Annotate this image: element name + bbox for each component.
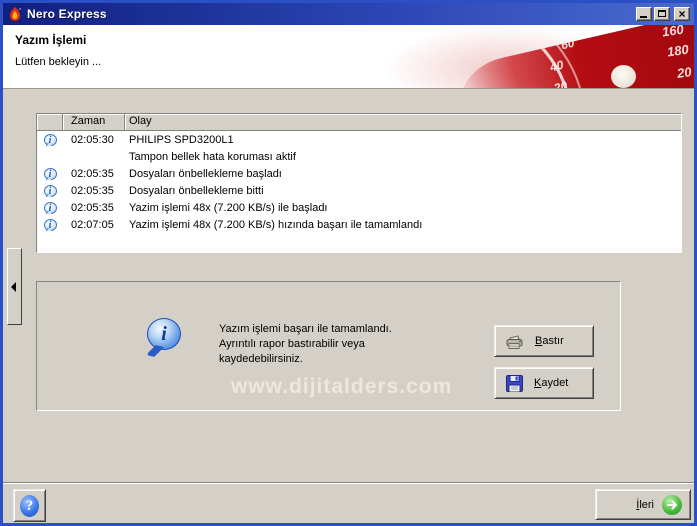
close-button[interactable]: × xyxy=(674,7,690,21)
log-row-time: 02:07:05 xyxy=(71,218,114,231)
log-row-time: 02:05:35 xyxy=(71,184,114,197)
info-bubble-icon: i xyxy=(43,184,57,197)
result-message-line: Yazım işlemi başarı ile tamamlandı. xyxy=(219,323,392,335)
log-column-event[interactable]: Olay xyxy=(125,114,681,131)
log-row-icon-cell: i xyxy=(37,151,63,163)
log-row-icon-cell: i xyxy=(37,184,63,197)
print-button[interactable]: Bastır xyxy=(494,325,594,357)
printer-icon xyxy=(506,335,523,349)
info-bubble-icon: i xyxy=(43,167,57,180)
result-message-line: kaydedebilirsiniz. xyxy=(219,353,303,365)
log-row-event: Dosyaları önbellekleme bitti xyxy=(129,184,264,197)
maximize-icon xyxy=(658,10,666,17)
minimize-icon xyxy=(640,16,647,18)
log-row-icon-cell: i xyxy=(37,201,63,214)
log-row[interactable]: i 02:05:35 Dosyaları önbellekleme başlad… xyxy=(37,165,681,182)
dial-number: 180 xyxy=(666,41,690,60)
log-rows: i 02:05:30 PHILIPS SPD3200L1 i Tampon be… xyxy=(37,131,681,233)
next-button[interactable]: İleri xyxy=(595,489,691,520)
log-column-time[interactable]: Zaman xyxy=(63,114,125,131)
title-bar[interactable]: Nero Express × xyxy=(3,3,694,25)
log-row-time: 02:05:35 xyxy=(71,201,114,214)
log-column-icon[interactable] xyxy=(37,114,63,131)
log-row[interactable]: i 02:07:05 Yazim işlemi 48x (7.200 KB/s)… xyxy=(37,216,681,233)
window-title: Nero Express xyxy=(27,7,107,21)
log-row-icon-cell: i xyxy=(37,218,63,231)
log-row-event: PHILIPS SPD3200L1 xyxy=(129,133,234,146)
log-header-row: Zaman Olay xyxy=(37,114,681,131)
log-row-event: Yazim işlemi 48x (7.200 KB/s) hızında ba… xyxy=(129,218,423,231)
log-row-time: 02:05:35 xyxy=(71,167,114,180)
print-button-label: Bastır xyxy=(535,335,564,347)
log-row-icon-cell: i xyxy=(37,167,63,180)
log-row-time: 02:05:30 xyxy=(71,133,114,146)
next-arrow-icon xyxy=(662,494,682,515)
log-row[interactable]: i 02:05:35 Dosyaları önbellekleme bitti xyxy=(37,182,681,199)
floppy-disk-icon xyxy=(506,374,523,392)
result-panel: i Yazım işlemi başarı ile tamamlandı. Ay… xyxy=(36,281,621,411)
info-bubble-large-icon: i xyxy=(147,318,181,350)
page-subtitle: Lütfen bekleyin ... xyxy=(15,56,102,68)
log-row-event: Tampon bellek hata koruması aktif xyxy=(129,150,296,163)
dial-highlight-decoration xyxy=(611,65,636,88)
info-bubble-icon: i xyxy=(43,218,57,231)
page-title: Yazım İşlemi xyxy=(15,33,87,47)
dial-number: 20 xyxy=(675,64,692,81)
result-message: Yazım işlemi başarı ile tamamlandı. Ayrı… xyxy=(219,322,392,367)
log-row[interactable]: i Tampon bellek hata koruması aktif xyxy=(37,148,681,165)
footer-divider xyxy=(3,482,694,484)
save-button[interactable]: Kaydet xyxy=(494,367,594,399)
help-icon: ? xyxy=(20,494,39,517)
log-row-event: Yazim işlemi 48x (7.200 KB/s) ile başlad… xyxy=(129,201,328,214)
log-row[interactable]: i 02:05:35 Yazim işlemi 48x (7.200 KB/s)… xyxy=(37,199,681,216)
nero-express-window: Nero Express × 60 40 20 160 180 20 Yazım… xyxy=(0,0,697,526)
log-row-event: Dosyaları önbellekleme başladı xyxy=(129,167,282,180)
sidebar-collapse-handle[interactable] xyxy=(7,248,22,325)
maximize-button[interactable] xyxy=(654,7,670,21)
info-bubble-icon: i xyxy=(43,201,57,214)
nero-flame-icon xyxy=(10,7,21,21)
log-row[interactable]: i 02:05:30 PHILIPS SPD3200L1 xyxy=(37,131,681,148)
chevron-left-icon xyxy=(11,282,16,292)
save-button-label: Kaydet xyxy=(534,377,569,389)
log-row-icon-cell: i xyxy=(37,133,63,146)
window-controls: × xyxy=(636,7,690,21)
wizard-header: 60 40 20 160 180 20 Yazım İşlemi Lütfen … xyxy=(3,25,694,89)
burn-log-list: Zaman Olay i 02:05:30 PHILIPS SPD3200L1 … xyxy=(36,113,682,253)
info-bubble-icon: i xyxy=(43,133,57,146)
close-icon: × xyxy=(678,7,686,21)
result-message-line: Ayrıntılı rapor bastırabilir veya xyxy=(219,338,365,350)
minimize-button[interactable] xyxy=(636,7,652,21)
help-button[interactable]: ? xyxy=(13,489,46,522)
next-button-label: İleri xyxy=(636,498,654,511)
